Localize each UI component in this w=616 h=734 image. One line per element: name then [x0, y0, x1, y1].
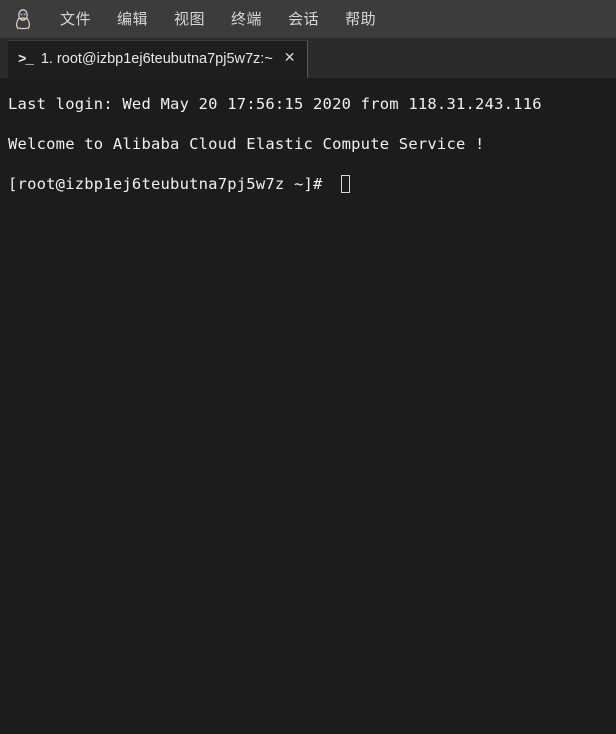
terminal-prompt-text: [root@izbp1ej6teubutna7pj5w7z ~]# [8, 175, 333, 193]
terminal-output-area[interactable]: Last login: Wed May 20 17:56:15 2020 fro… [0, 78, 616, 734]
terminal-tab-1[interactable]: >_ 1. root@izbp1ej6teubutna7pj5w7z:~ ✕ [8, 40, 308, 78]
close-icon[interactable]: ✕ [281, 48, 299, 66]
menu-item-terminal[interactable]: 终端 [229, 8, 264, 31]
menu-bar: 文件 编辑 视图 终端 会话 帮助 [0, 0, 616, 38]
terminal-prompt-icon: >_ [18, 51, 34, 68]
tab-strip: >_ 1. root@izbp1ej6teubutna7pj5w7z:~ ✕ [0, 38, 616, 78]
terminal-tab-label: 1. root@izbp1ej6teubutna7pj5w7z:~ [40, 52, 273, 67]
menu-item-file[interactable]: 文件 [58, 8, 93, 31]
terminal-prompt-line: [root@izbp1ej6teubutna7pj5w7z ~]# [8, 164, 616, 204]
menu-item-list: 文件 编辑 视图 终端 会话 帮助 [58, 8, 378, 31]
terminal-line-welcome: Welcome to Alibaba Cloud Elastic Compute… [8, 135, 485, 153]
menu-item-view[interactable]: 视图 [172, 8, 207, 31]
terminal-line-last-login: Last login: Wed May 20 17:56:15 2020 fro… [8, 95, 542, 113]
menu-item-session[interactable]: 会话 [286, 8, 321, 31]
menu-item-help[interactable]: 帮助 [343, 8, 378, 31]
tux-penguin-icon [10, 6, 36, 32]
text-cursor [341, 175, 351, 193]
menu-item-edit[interactable]: 编辑 [115, 8, 150, 31]
